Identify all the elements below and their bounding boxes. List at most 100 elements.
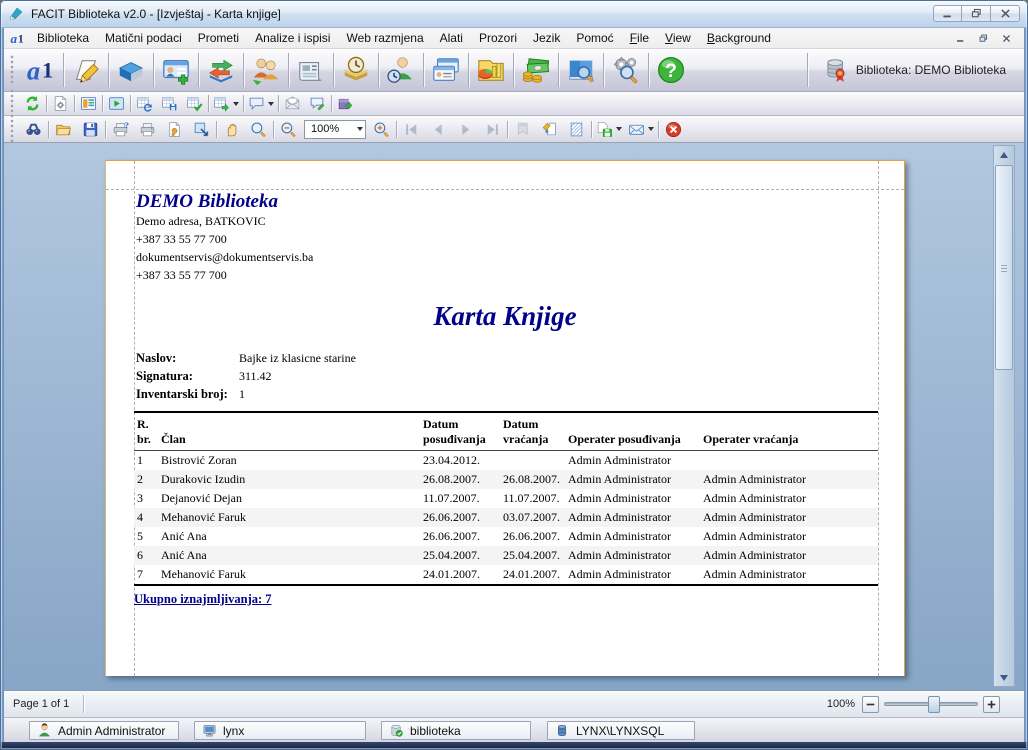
id-cards-button[interactable]	[425, 51, 467, 89]
page-edit-button[interactable]	[563, 118, 590, 141]
mdi-minimize-icon[interactable]	[955, 33, 966, 44]
report-window-icon[interactable]: a1	[10, 31, 25, 46]
layout-button[interactable]	[76, 93, 101, 114]
toolbar-separator	[105, 121, 106, 138]
scale-button[interactable]	[188, 118, 215, 141]
person-clock-button[interactable]	[380, 51, 422, 89]
news-button[interactable]	[290, 51, 332, 89]
app-icon[interactable]	[8, 6, 24, 22]
menu-web-razmjena[interactable]: Web razmjena	[338, 29, 431, 47]
close-button[interactable]	[991, 5, 1020, 22]
chart-button[interactable]	[470, 51, 512, 89]
a1-logo-button[interactable]: a1	[20, 51, 62, 89]
nav-next-button[interactable]	[452, 118, 479, 141]
help-button[interactable]: ?	[650, 51, 692, 89]
book-button[interactable]	[110, 51, 152, 89]
clock-book-button[interactable]	[335, 51, 377, 89]
layout-icon	[80, 95, 97, 112]
toolbar-grip[interactable]	[10, 114, 15, 144]
email-button[interactable]	[625, 118, 657, 141]
zoom-out-button[interactable]	[862, 696, 879, 713]
pan-button[interactable]	[218, 118, 245, 141]
mdi-restore-icon[interactable]	[978, 33, 989, 44]
grid-check-button[interactable]	[182, 93, 207, 114]
print-settings-button[interactable]: ?	[107, 118, 134, 141]
comment-edit-button[interactable]	[305, 93, 330, 114]
scale-icon	[193, 121, 210, 138]
table-summary: Ukupno iznajmljivanja: 7	[134, 584, 878, 607]
menu-prozori[interactable]: Prozori	[471, 29, 525, 47]
zoom-slider-thumb[interactable]	[928, 696, 940, 713]
mail-button[interactable]	[280, 93, 305, 114]
export-save-button[interactable]	[593, 118, 625, 141]
status-bar: Page 1 of 1 100%	[4, 690, 1024, 717]
window-controls	[933, 5, 1020, 22]
restore-button[interactable]	[962, 5, 991, 22]
table-cell: 26.08.2007.	[503, 472, 568, 487]
nav-last-icon	[484, 121, 501, 138]
menu-background[interactable]: Background	[699, 29, 779, 47]
money-button[interactable]	[515, 51, 557, 89]
menu-maticni-podaci[interactable]: Matični podaci	[97, 29, 190, 47]
member-add-button[interactable]	[155, 51, 197, 89]
zoom-slider-track[interactable]	[884, 702, 978, 706]
video-button[interactable]	[104, 93, 129, 114]
members-button[interactable]	[245, 51, 287, 89]
save-button[interactable]	[77, 118, 104, 141]
menu-biblioteka[interactable]: Biblioteka	[29, 29, 97, 47]
print-button[interactable]	[134, 118, 161, 141]
nav-first-button[interactable]	[398, 118, 425, 141]
table-cell: 24.01.2007.	[423, 567, 503, 582]
scrollbar-thumb[interactable]	[995, 165, 1013, 370]
vertical-scrollbar[interactable]	[993, 145, 1015, 687]
menu-prometi[interactable]: Prometi	[190, 29, 247, 47]
menu-jezik[interactable]: Jezik	[525, 29, 568, 47]
menu-analize-i-ispisi[interactable]: Analize i ispisi	[247, 29, 338, 47]
mdi-close-icon[interactable]	[1001, 33, 1012, 44]
zoom-out-button[interactable]	[275, 118, 302, 141]
zoom-in-button[interactable]	[983, 696, 1000, 713]
zoom-lens-button[interactable]	[245, 118, 272, 141]
secondary-toolbar	[4, 92, 1024, 116]
toolbar-grip[interactable]	[10, 55, 15, 85]
toolbar-separator	[216, 121, 217, 138]
write-button[interactable]	[65, 51, 107, 89]
table-cell: 26.06.2007.	[503, 529, 568, 544]
report-preview-area: DEMO Biblioteka Demo adresa, BATKOVIC +3…	[4, 143, 1024, 690]
table-cell: Anić Ana	[161, 548, 423, 563]
table-cell: Admin Administrator	[568, 453, 703, 468]
report-settings-button[interactable]	[48, 93, 73, 114]
grid-refresh-button[interactable]	[132, 93, 157, 114]
minimize-button[interactable]	[933, 5, 962, 22]
menu-alati[interactable]: Alati	[432, 29, 471, 47]
zoom-in-button[interactable]	[368, 118, 395, 141]
scroll-down-button[interactable]	[994, 669, 1014, 686]
panel-label: biblioteka	[410, 724, 461, 738]
table-header-cell: R. br.	[134, 413, 161, 450]
settings-search-button[interactable]	[605, 51, 647, 89]
grid-save-button[interactable]	[157, 93, 182, 114]
refresh-button[interactable]	[20, 93, 45, 114]
find-button[interactable]	[20, 118, 47, 141]
grid-save-icon	[161, 95, 178, 112]
comment-button[interactable]	[245, 93, 277, 114]
bookmark-button[interactable]	[509, 118, 536, 141]
book-search-button[interactable]	[560, 51, 602, 89]
menu-pomoc[interactable]: Pomoć	[568, 29, 621, 47]
circulation-button[interactable]	[200, 51, 242, 89]
nav-last-button[interactable]	[479, 118, 506, 141]
page-setup-button[interactable]	[161, 118, 188, 141]
folder-open-button[interactable]	[50, 118, 77, 141]
grid-export-button[interactable]	[210, 93, 242, 114]
export-box-button[interactable]	[333, 93, 358, 114]
menu-view[interactable]: View	[657, 29, 699, 47]
toolbar-separator	[333, 53, 334, 87]
nav-prev-button[interactable]	[425, 118, 452, 141]
watermark-button[interactable]	[536, 118, 563, 141]
menu-file[interactable]: File	[622, 29, 657, 47]
svg-text:?: ?	[125, 121, 129, 130]
zoom-level-combobox[interactable]: 100%	[304, 120, 366, 139]
close-red-button[interactable]	[660, 118, 687, 141]
margin-guide-right	[878, 161, 879, 676]
scroll-up-button[interactable]	[994, 146, 1014, 163]
